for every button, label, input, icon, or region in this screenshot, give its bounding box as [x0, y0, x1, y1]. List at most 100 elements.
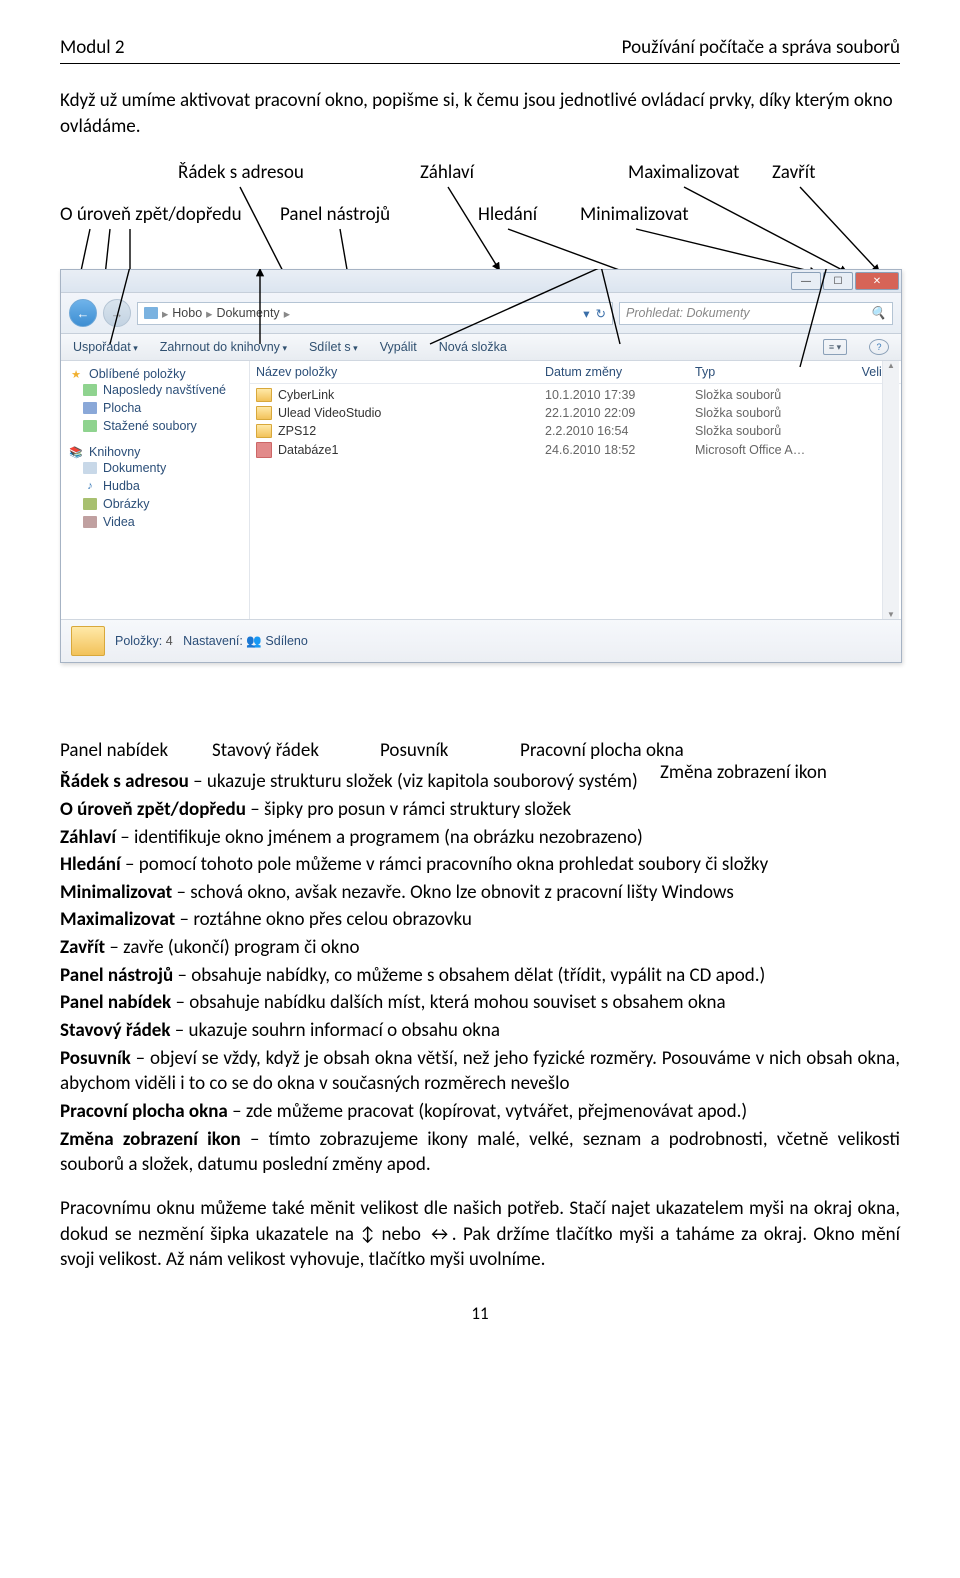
label-pracovni-plocha: Pracovní plocha okna — [520, 739, 684, 762]
label-zavrit: Zavřít — [772, 161, 816, 184]
maximize-button[interactable]: ☐ — [823, 272, 853, 290]
refresh-icon[interactable]: ↻ — [596, 306, 606, 321]
definition-term: Maximalizovat — [60, 908, 175, 931]
table-row[interactable]: Databáze124.6.2010 18:52Microsoft Office… — [250, 440, 901, 460]
definition-line: Posuvník – objeví se vždy, když je obsah… — [60, 1046, 900, 1097]
definition-line: Minimalizovat – schová okno, avšak nezav… — [60, 880, 900, 906]
sidebar-favorites[interactable]: ★Oblíbené položky — [65, 367, 245, 381]
status-bar: Položky: 4 Nastavení: 👥 Sdíleno — [61, 619, 901, 662]
scrollbar[interactable] — [882, 361, 899, 619]
definition-text: – roztáhne okno přes celou obrazovku — [175, 908, 472, 931]
search-input[interactable]: Prohledat: Dokumenty 🔍 — [619, 302, 893, 325]
definition-term: Změna zobrazení ikon — [60, 1128, 241, 1151]
status-shared: Sdíleno — [265, 634, 307, 648]
address-part-1: Dokumenty — [216, 306, 279, 320]
toolbar-newfolder[interactable]: Nová složka — [439, 340, 507, 354]
folder-icon — [71, 626, 105, 656]
file-date: 10.1.2010 17:39 — [545, 388, 695, 402]
folder-icon — [256, 388, 272, 402]
music-icon: ♪ — [83, 480, 97, 492]
library-icon: 📚 — [69, 446, 83, 458]
definition-text: – objeví se vždy, když je obsah okna vět… — [60, 1047, 900, 1096]
sidebar-music[interactable]: ♪Hudba — [65, 477, 245, 495]
sidebar-libraries[interactable]: 📚Knihovny — [65, 445, 245, 459]
definition-text: – obsahuje nabídky, co můžeme s obsahem … — [173, 964, 765, 987]
definition-term: Hledání — [60, 853, 121, 876]
definition-text: – pomocí tohoto pole můžeme v rámci prac… — [121, 853, 769, 876]
definition-line: Změna zobrazení ikon – tímto zobrazujeme… — [60, 1127, 900, 1178]
definition-text: – obsahuje nabídku dalších míst, která m… — [171, 991, 725, 1014]
chevron-down-icon[interactable]: ▾ — [583, 306, 589, 321]
video-icon — [83, 516, 97, 528]
definition-line: O úroveň zpět/dopředu – šipky pro posun … — [60, 797, 900, 823]
forward-button[interactable]: → — [103, 299, 131, 327]
definition-line: Pracovní plocha okna – zde můžeme pracov… — [60, 1099, 900, 1125]
column-name[interactable]: Název položky — [256, 365, 545, 379]
toolbar-burn[interactable]: Vypálit — [380, 340, 417, 354]
back-button[interactable]: ← — [69, 299, 97, 327]
toolbar-share[interactable]: Sdílet s — [309, 340, 358, 354]
definition-term: Řádek s adresou — [60, 770, 189, 793]
page-number: 11 — [60, 1303, 900, 1324]
header-left: Modul 2 — [60, 36, 125, 59]
toolbar-organize[interactable]: Uspořádat — [73, 340, 138, 354]
sidebar-pictures[interactable]: Obrázky — [65, 495, 245, 513]
column-date[interactable]: Datum změny — [545, 365, 695, 379]
toolbar-include[interactable]: Zahrnout do knihovny — [160, 340, 287, 354]
content-area: Název položky Datum změny Typ Veliko Cyb… — [250, 361, 901, 619]
label-posuvnik: Posuvník — [380, 739, 448, 762]
file-date: 22.1.2010 22:09 — [545, 406, 695, 420]
file-type: Složka souborů — [695, 388, 855, 402]
column-headers: Název položky Datum změny Typ Veliko — [250, 361, 901, 384]
definition-text: – identifikuje okno jménem a programem (… — [116, 826, 643, 849]
definition-text: – ukazuje strukturu složek (viz kapitola… — [189, 770, 638, 793]
column-type[interactable]: Typ — [695, 365, 855, 379]
access-icon — [256, 442, 272, 458]
sidebar-recent[interactable]: Naposledy navštívené — [65, 381, 245, 399]
folder-icon — [256, 424, 272, 438]
labels-bottom: Panel nabídek Stavový řádek Posuvník Pra… — [60, 669, 900, 769]
sidebar-desktop[interactable]: Plocha — [65, 399, 245, 417]
label-hledani: Hledání — [478, 203, 537, 226]
chevron-right-icon: ▸ — [284, 306, 290, 321]
table-row[interactable]: CyberLink10.1.2010 17:39Složka souborů — [250, 386, 901, 404]
label-maximalizovat: Maximalizovat — [628, 161, 739, 184]
label-panel-nabidek: Panel nabídek — [60, 739, 168, 762]
definition-term: Panel nabídek — [60, 991, 171, 1014]
nav-bar: ← → ▸ Hobo ▸ Dokumenty ▸ ▾ ↻ Prohledat: … — [61, 293, 901, 334]
file-name: Ulead VideoStudio — [278, 406, 381, 420]
label-stavovy-radek: Stavový řádek — [212, 739, 319, 762]
search-icon: 🔍 — [870, 306, 886, 321]
help-icon[interactable]: ? — [869, 339, 889, 355]
explorer-window: — ☐ ✕ ← → ▸ Hobo ▸ Dokumenty ▸ ▾ ↻ — [60, 269, 902, 663]
view-icon[interactable]: ≡ ▾ — [823, 339, 847, 355]
toolbar: Uspořádat Zahrnout do knihovny Sdílet s … — [61, 334, 901, 361]
minimize-button[interactable]: — — [791, 272, 821, 290]
definition-line: Maximalizovat – roztáhne okno přes celou… — [60, 907, 900, 933]
search-placeholder: Prohledat: Dokumenty — [626, 306, 750, 320]
definition-line: Zavřít – zavře (ukončí) program či okno — [60, 935, 900, 961]
table-row[interactable]: Ulead VideoStudio 22.1.2010 22:09Složka s… — [250, 404, 901, 422]
folder-icon — [256, 406, 272, 420]
label-zmena-zobrazeni: Změna zobrazení ikon — [660, 761, 827, 784]
definition-text: – zavře (ukončí) program či okno — [105, 936, 359, 959]
header-rule — [60, 63, 900, 64]
address-bar[interactable]: ▸ Hobo ▸ Dokumenty ▸ ▾ ↻ — [137, 302, 613, 325]
table-row[interactable]: ZPS122.2.2010 16:54Složka souborů — [250, 422, 901, 440]
definition-text: – zde můžeme pracovat (kopírovat, vytvář… — [228, 1100, 747, 1123]
file-name: Databáze1 — [278, 443, 338, 457]
desktop-icon — [83, 402, 97, 414]
sidebar-documents[interactable]: Dokumenty — [65, 459, 245, 477]
definition-term: Posuvník — [60, 1047, 131, 1070]
sidebar-downloads[interactable]: Stažené soubory — [65, 417, 245, 435]
file-type: Složka souborů — [695, 406, 855, 420]
folder-icon — [83, 420, 97, 432]
definition-term: Stavový řádek — [60, 1019, 170, 1042]
definition-term: Minimalizovat — [60, 881, 172, 904]
file-name: ZPS12 — [278, 424, 316, 438]
folder-icon — [83, 384, 97, 396]
close-button[interactable]: ✕ — [855, 272, 899, 290]
sidebar-videos[interactable]: Videa — [65, 513, 245, 531]
file-list: CyberLink10.1.2010 17:39Složka souborůUl… — [250, 384, 901, 460]
label-zahlavi: Záhlaví — [420, 161, 474, 184]
